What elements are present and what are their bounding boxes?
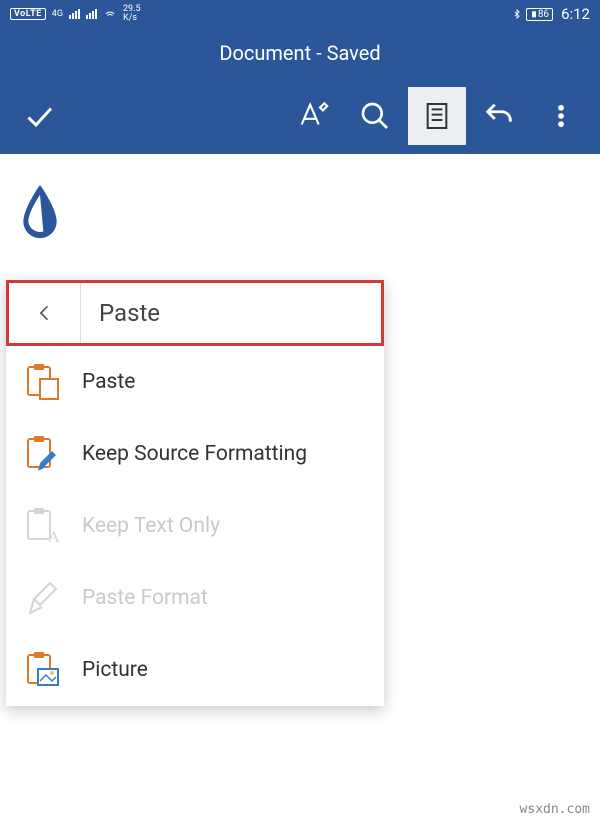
ink-drop-icon (20, 184, 60, 239)
battery-indicator: 86 (526, 8, 553, 21)
chevron-left-icon (35, 303, 55, 323)
watermark: wsxdn.com (520, 802, 590, 817)
clipboard-brush-icon (26, 435, 60, 473)
status-bar: VoLTE 4G 29.5 K/s 86 6:12 (0, 0, 600, 28)
network-label: 4G (52, 9, 63, 19)
paste-panel: Paste Paste Keep Source Formatting A Kee… (6, 280, 384, 706)
back-button[interactable] (9, 283, 81, 343)
clock: 6:12 (561, 5, 590, 23)
bluetooth-icon (512, 7, 522, 21)
menu-item-keep-text-only: A Keep Text Only (6, 490, 384, 562)
undo-button[interactable] (470, 87, 528, 145)
reading-view-button[interactable] (408, 87, 466, 145)
title-bar: Document - Saved (0, 28, 600, 78)
document-title: Document - Saved (219, 41, 380, 65)
menu-item-paste[interactable]: Paste (6, 346, 384, 418)
menu-label: Keep Text Only (82, 514, 220, 538)
menu-item-paste-format: Paste Format (6, 562, 384, 634)
menu-label: Keep Source Formatting (82, 442, 307, 466)
svg-text:A: A (48, 529, 60, 545)
battery-icon (530, 9, 538, 19)
paintbrush-icon (26, 579, 60, 617)
volte-badge: VoLTE (10, 8, 46, 20)
format-text-button[interactable] (284, 87, 342, 145)
document-canvas[interactable] (0, 154, 600, 273)
menu-label: Paste Format (82, 586, 208, 610)
signal-icon-2 (86, 9, 97, 19)
more-button[interactable] (532, 87, 590, 145)
wifi-icon (103, 8, 117, 20)
menu-label: Picture (82, 658, 148, 682)
search-button[interactable] (346, 87, 404, 145)
menu-item-picture[interactable]: Picture (6, 634, 384, 706)
clipboard-picture-icon (26, 651, 60, 689)
panel-title: Paste (81, 299, 160, 327)
clipboard-paste-icon (26, 363, 60, 401)
net-speed: 29.5 K/s (123, 5, 141, 23)
toolbar (0, 78, 600, 154)
signal-icon (69, 9, 80, 19)
menu-label: Paste (82, 370, 135, 394)
menu-item-keep-source-formatting[interactable]: Keep Source Formatting (6, 418, 384, 490)
panel-header: Paste (6, 280, 384, 346)
clipboard-text-icon: A (26, 507, 60, 545)
done-button[interactable] (10, 87, 68, 145)
